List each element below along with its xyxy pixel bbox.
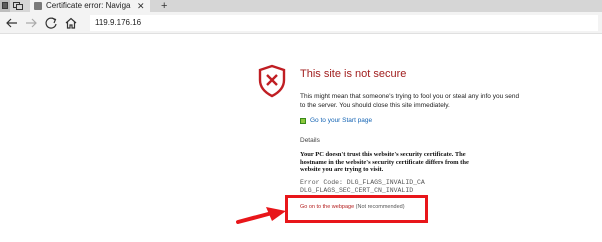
error-code: Error Code: DLG_FLAGS_INVALID_CA DLG_FLA… xyxy=(300,179,425,193)
page-title: This site is not secure xyxy=(300,68,407,80)
tab-preview-button[interactable] xyxy=(0,0,10,12)
forward-arrow-icon[interactable] xyxy=(24,16,38,30)
refresh-icon[interactable] xyxy=(44,16,58,30)
start-page-icon xyxy=(300,118,306,124)
new-tab-button[interactable]: + xyxy=(161,0,167,12)
address-text: 119.9.176.16 xyxy=(95,18,142,27)
active-tab[interactable]: Certificate error: Naviga xyxy=(30,0,150,12)
set-aside-tabs-icon[interactable] xyxy=(13,2,25,10)
start-page-link-label: Go to your Start page xyxy=(310,117,373,124)
tab-close-icon[interactable]: ✕ xyxy=(137,0,145,12)
details-text: Your PC doesn't trust this website's sec… xyxy=(300,151,469,173)
warning-description: This might mean that someone's trying to… xyxy=(300,93,520,109)
address-bar[interactable]: 119.9.176.16 xyxy=(90,15,598,31)
tab-preview-icon xyxy=(2,2,8,9)
tab-strip: Certificate error: Naviga ✕ + xyxy=(0,0,602,12)
tab-title: Certificate error: Naviga xyxy=(46,1,131,10)
tab-favicon-icon xyxy=(34,2,42,10)
home-icon[interactable] xyxy=(64,16,78,30)
shield-x-icon xyxy=(258,64,286,98)
annotation-arrow-icon xyxy=(236,207,286,224)
details-toggle[interactable]: Details xyxy=(300,137,320,145)
back-arrow-icon[interactable] xyxy=(5,16,19,30)
navigation-toolbar: 119.9.176.16 xyxy=(0,12,602,34)
annotation-highlight-box xyxy=(285,195,428,223)
set-aside-tabs-icon-front xyxy=(16,4,23,10)
